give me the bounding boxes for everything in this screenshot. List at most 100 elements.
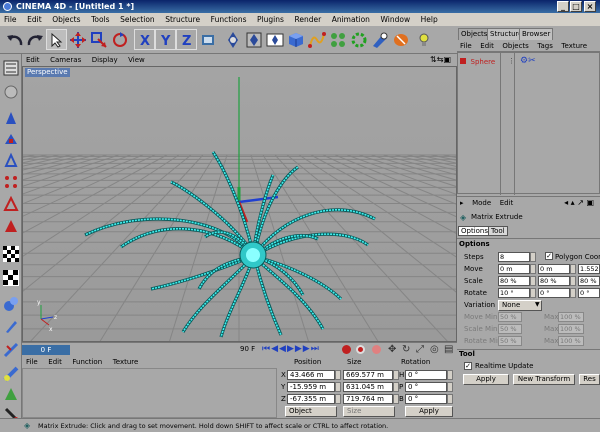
y-axis-icon[interactable]: Y: [155, 29, 176, 50]
position-y-spinner[interactable]: [335, 382, 341, 392]
menu-edit[interactable]: Edit: [23, 13, 46, 26]
use-point-tool-icon[interactable]: [1, 172, 20, 191]
autokey-icon[interactable]: [356, 345, 365, 354]
menu-objects[interactable]: Objects: [48, 13, 84, 26]
move-icon[interactable]: [67, 29, 88, 50]
cube-icon[interactable]: [285, 29, 306, 50]
position-x-spinner[interactable]: [335, 370, 341, 380]
scale-x-spinner[interactable]: [530, 276, 536, 286]
rotation-p-field[interactable]: 0 °: [405, 382, 447, 392]
polygon-coords-checkbox[interactable]: ✓: [545, 252, 553, 260]
render-region-icon[interactable]: [243, 29, 264, 50]
paint-icon[interactable]: [1, 364, 20, 383]
list-item[interactable]: Sphere: [460, 57, 495, 67]
scale-z-field[interactable]: 80 %: [578, 276, 600, 286]
tab-objects[interactable]: Objects: [458, 28, 491, 40]
close-button[interactable]: ×: [584, 1, 596, 12]
menu-functions[interactable]: Functions: [207, 13, 251, 26]
phong-tag-icon[interactable]: ⚙✂: [520, 56, 536, 66]
viewport-menu-edit[interactable]: Edit: [22, 54, 44, 66]
scale-y-field[interactable]: 80 %: [538, 276, 570, 286]
object-menu-file[interactable]: File: [457, 40, 475, 52]
object-menu-objects[interactable]: Objects: [499, 40, 531, 52]
tweak-mode-icon[interactable]: [1, 294, 20, 313]
tab-browser[interactable]: Browser: [519, 28, 554, 40]
realtime-update-checkbox[interactable]: ✓: [464, 362, 472, 370]
rotate-x-field[interactable]: 10 °: [498, 288, 530, 298]
maximize-button[interactable]: □: [570, 1, 582, 12]
move-x-field[interactable]: 0 m: [498, 264, 530, 274]
rotation-p-spinner[interactable]: [447, 382, 453, 392]
viewport-label[interactable]: Perspective: [25, 68, 70, 77]
object-name[interactable]: Sphere: [471, 58, 496, 66]
array-icon[interactable]: [327, 29, 348, 50]
nurbs-icon[interactable]: [306, 29, 327, 50]
use-model-tool-icon[interactable]: [1, 58, 20, 77]
viewport-menu-cameras[interactable]: Cameras: [46, 54, 85, 66]
rotation-b-spinner[interactable]: [447, 394, 453, 404]
undo-icon[interactable]: [4, 29, 25, 50]
use-texture-tool-icon[interactable]: [1, 128, 20, 147]
rotate-min-field[interactable]: 50 %: [498, 336, 522, 346]
scale-max-field[interactable]: 100 %: [558, 324, 584, 334]
scene-icon[interactable]: [369, 29, 390, 50]
rotate-y-field[interactable]: 0 °: [538, 288, 570, 298]
z-axis-icon[interactable]: Z: [176, 29, 197, 50]
menu-plugins[interactable]: Plugins: [253, 13, 288, 26]
size-mode-select[interactable]: Size: [343, 406, 395, 417]
rotate-max-field[interactable]: 100 %: [558, 336, 584, 346]
timeline[interactable]: 0 F 90 F ⏮◀◀▶▶▶⏭ ✥ ↻ ⤢ ◎ ▤: [22, 342, 457, 356]
material-menu-texture[interactable]: Texture: [109, 356, 143, 368]
steps-field[interactable]: 8: [498, 252, 530, 262]
keyframe-selection-icon[interactable]: [372, 345, 381, 354]
rotation-h-spinner[interactable]: [447, 370, 453, 380]
menu-window[interactable]: Window: [377, 13, 415, 26]
menu-help[interactable]: Help: [417, 13, 442, 26]
menu-selection[interactable]: Selection: [116, 13, 159, 26]
parameter-key-icon[interactable]: ◎: [430, 344, 439, 355]
position-x-field[interactable]: 43.466 m: [287, 370, 335, 380]
position-z-spinner[interactable]: [335, 394, 341, 404]
object-menu-tags[interactable]: Tags: [534, 40, 556, 52]
coordinate-apply-button[interactable]: Apply: [405, 406, 453, 417]
menu-structure[interactable]: Structure: [161, 13, 204, 26]
x-axis-icon[interactable]: X: [134, 29, 155, 50]
size-y-field[interactable]: 631.045 m: [343, 382, 393, 392]
material-menu-file[interactable]: File: [22, 356, 42, 368]
steps-spinner[interactable]: [530, 252, 536, 262]
size-z-field[interactable]: 719.764 m: [343, 394, 393, 404]
record-icon[interactable]: [342, 345, 351, 354]
position-y-field[interactable]: -15.959 m: [287, 382, 335, 392]
scale-y-spinner[interactable]: [570, 276, 576, 286]
use-object-axis-icon[interactable]: [1, 108, 20, 127]
rotate-icon[interactable]: [109, 29, 130, 50]
timeline-menu-icon[interactable]: ▤: [444, 344, 453, 355]
scale-x-field[interactable]: 80 %: [498, 276, 530, 286]
menu-render[interactable]: Render: [290, 13, 325, 26]
object-menu-edit[interactable]: Edit: [477, 40, 497, 52]
rotation-b-field[interactable]: 0 °: [405, 394, 447, 404]
scale-key-icon[interactable]: ⤢: [416, 344, 424, 355]
material-menu-edit[interactable]: Edit: [44, 356, 66, 368]
minimize-button[interactable]: _: [557, 1, 569, 12]
move-z-field[interactable]: 1.552: [578, 264, 600, 274]
move-max-field[interactable]: 100 %: [558, 312, 584, 322]
rotate-z-field[interactable]: 0 °: [578, 288, 600, 298]
live-selection-icon[interactable]: [46, 29, 67, 50]
magnet-icon[interactable]: [1, 316, 20, 335]
reset-button[interactable]: Res: [579, 374, 600, 385]
sculpt-icon[interactable]: [1, 384, 20, 403]
material-menu-function[interactable]: Function: [68, 356, 106, 368]
light-icon[interactable]: [413, 29, 434, 50]
playback-controls[interactable]: ⏮◀◀▶▶▶⏭: [262, 344, 320, 355]
rotation-key-icon[interactable]: ↻: [402, 344, 410, 355]
material-manager[interactable]: [22, 368, 277, 418]
render-view-icon[interactable]: [222, 29, 243, 50]
apply-button[interactable]: Apply: [463, 374, 509, 385]
current-frame[interactable]: 0 F: [22, 345, 70, 355]
scale-min-field[interactable]: 50 %: [498, 324, 522, 334]
tab-options[interactable]: Options: [458, 226, 492, 236]
use-edge-tool-icon[interactable]: [1, 194, 20, 213]
coordinate-mode-select[interactable]: Object: [285, 406, 337, 417]
coordinate-system-icon[interactable]: [197, 29, 218, 50]
